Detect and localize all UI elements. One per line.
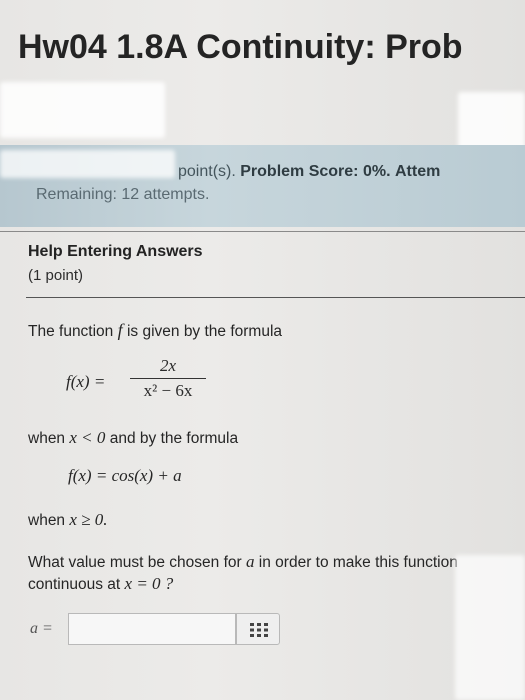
fraction-bar — [130, 378, 206, 379]
score-line: point(s). Problem Score: 0%. Attem — [178, 163, 440, 181]
question-line-2: continuous at x = 0 ? — [28, 574, 174, 593]
screen-glare — [0, 82, 165, 138]
problem-points: (1 point) — [28, 267, 84, 284]
equation-editor-button[interactable] — [236, 613, 280, 645]
formula-1-fraction: 2x x² − 6x — [130, 356, 206, 401]
points-suffix: point(s). — [178, 163, 236, 180]
condition-1: when x < 0 and by the formula — [28, 428, 239, 447]
divider — [26, 297, 525, 298]
remaining-attempts: Remaining: 12 attempts. — [36, 186, 210, 203]
formula-1-denominator: x² − 6x — [143, 381, 193, 400]
attempts-label: Attem — [394, 163, 441, 180]
homework-page: Hw04 1.8A Continuity: Prob point(s). Pro… — [0, 0, 525, 700]
formula-2: f(x) = cos(x) + a — [68, 466, 182, 485]
help-entering-answers-link[interactable]: Help Entering Answers — [28, 243, 203, 261]
condition-2: when x ≥ 0. — [28, 510, 108, 529]
intro-text: The function f is given by the formula — [28, 320, 283, 340]
formula-1-lhs: f(x) = — [66, 372, 106, 391]
answer-input[interactable] — [68, 613, 236, 645]
grid-icon — [250, 623, 268, 637]
divider — [0, 231, 525, 232]
homework-title: Hw04 1.8A Continuity: Prob — [18, 28, 463, 66]
answer-label: a = — [30, 620, 53, 637]
formula-1-numerator: 2x — [159, 356, 177, 375]
question-line-1: What value must be chosen for a in order… — [28, 552, 458, 571]
screen-glare — [0, 150, 175, 178]
problem-score: Problem Score: 0%. — [240, 163, 391, 180]
screen-glare — [455, 555, 525, 700]
screen-glare — [458, 92, 525, 152]
